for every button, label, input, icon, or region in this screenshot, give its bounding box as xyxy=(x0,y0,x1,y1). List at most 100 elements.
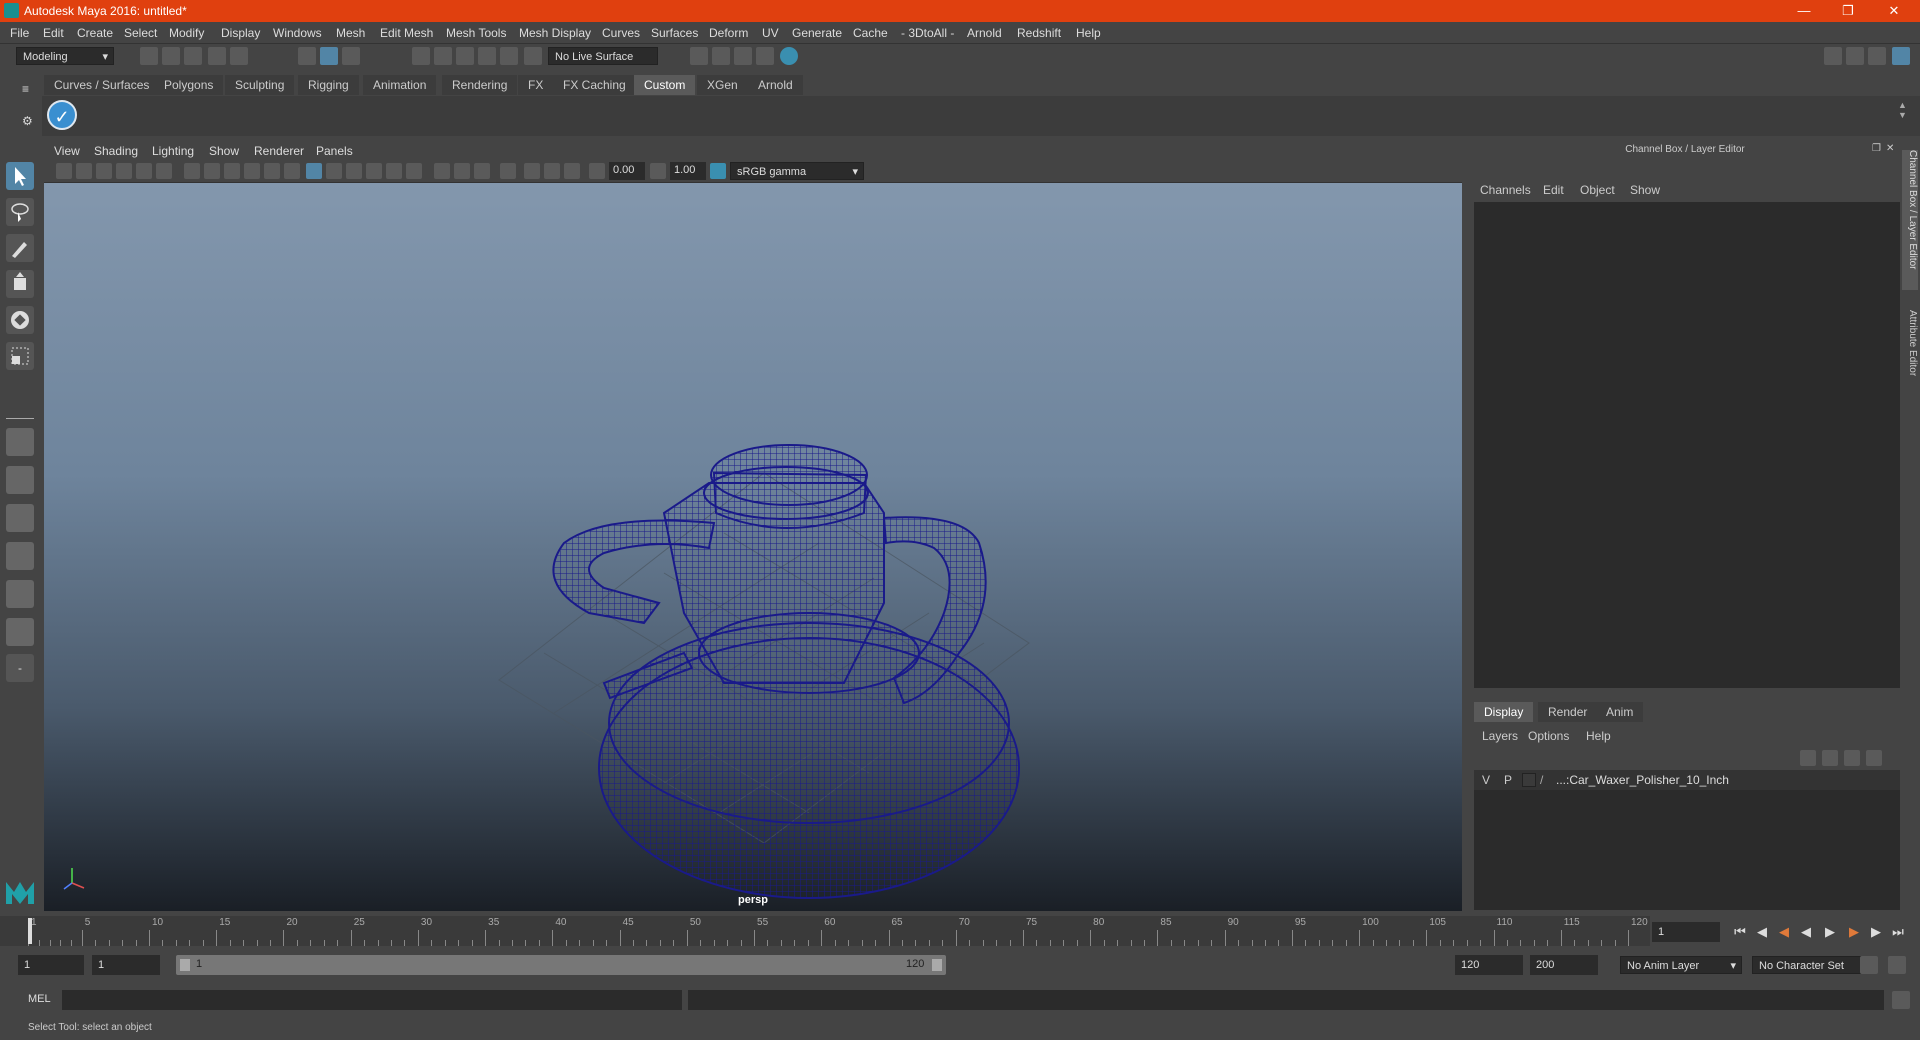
camera-attributes-icon[interactable] xyxy=(76,163,92,179)
tab-fx-caching[interactable]: FX Caching xyxy=(553,75,636,95)
layer-menu-layers[interactable]: Layers xyxy=(1482,729,1518,743)
ipr-render-icon[interactable] xyxy=(734,47,752,65)
side-tab-channel-box[interactable]: Channel Box / Layer Editor xyxy=(1902,150,1918,290)
list-item[interactable]: V P / ...:Car_Waxer_Polisher_10_Inch xyxy=(1474,770,1900,790)
snap-grid-icon[interactable] xyxy=(412,47,430,65)
menu-help[interactable]: Help xyxy=(1076,26,1101,40)
close-panel-icon[interactable]: ✕ xyxy=(1886,143,1894,154)
lights-icon[interactable] xyxy=(386,163,402,179)
tab-xgen[interactable]: XGen xyxy=(697,75,748,95)
menu-mesh[interactable]: Mesh xyxy=(336,26,365,40)
layer-menu-help[interactable]: Help xyxy=(1586,729,1611,743)
minimize-button[interactable]: — xyxy=(1782,0,1826,22)
tab-custom[interactable]: Custom xyxy=(634,75,696,95)
side-by-side-layout-icon[interactable] xyxy=(6,504,34,532)
save-scene-icon[interactable] xyxy=(184,47,202,65)
vp-menu-renderer[interactable]: Renderer xyxy=(254,144,304,158)
tab-render[interactable]: Render xyxy=(1538,702,1598,722)
shadows-icon[interactable] xyxy=(406,163,422,179)
hamburger-icon[interactable]: ≡ xyxy=(22,82,29,96)
tab-display[interactable]: Display xyxy=(1474,702,1534,722)
menu-modify[interactable]: Modify xyxy=(169,26,204,40)
rotate-tool-icon[interactable] xyxy=(6,306,34,334)
isolate-select-icon[interactable] xyxy=(500,163,516,179)
select-object-icon[interactable] xyxy=(320,47,338,65)
menu-uv[interactable]: UV xyxy=(762,26,779,40)
tool-settings-toggle-icon[interactable] xyxy=(1868,47,1886,65)
menu-3dtoall[interactable]: - 3DtoAll - xyxy=(901,26,954,40)
range-start-handle[interactable] xyxy=(180,959,190,971)
menu-mesh-display[interactable]: Mesh Display xyxy=(519,26,591,40)
modeling-toolkit-icon[interactable] xyxy=(1824,47,1842,65)
new-layer-selected-icon[interactable] xyxy=(1866,750,1882,766)
step-back-key-icon[interactable]: ◀ xyxy=(1776,924,1792,940)
vp-menu-shading[interactable]: Shading xyxy=(94,144,138,158)
move-layer-down-icon[interactable] xyxy=(1822,750,1838,766)
animation-preferences-icon[interactable] xyxy=(1888,956,1906,974)
motion-blur-icon[interactable] xyxy=(454,163,470,179)
cb-menu-show[interactable]: Show xyxy=(1630,183,1660,197)
redo-icon[interactable] xyxy=(230,47,248,65)
image-plane-icon[interactable] xyxy=(116,163,132,179)
go-to-end-icon[interactable]: ⏭ xyxy=(1890,924,1906,940)
attribute-editor-toggle-icon[interactable] xyxy=(1846,47,1864,65)
anim-layer-dropdown[interactable]: No Anim Layer ▾ xyxy=(1620,956,1742,974)
play-forwards-icon[interactable]: ▶ xyxy=(1822,924,1838,940)
exposure-field[interactable]: 0.00 xyxy=(609,162,645,180)
tab-sculpting[interactable]: Sculpting xyxy=(225,75,295,95)
four-view-layout-icon[interactable] xyxy=(6,466,34,494)
single-view-layout-icon[interactable] xyxy=(6,428,34,456)
time-slider[interactable]: 1 5 10 15 20 25 30 35 40 45 50 55 60 65 70 75 80 85 90 95 10… xyxy=(0,916,1650,946)
move-tool-icon[interactable] xyxy=(6,270,34,298)
play-backwards-icon[interactable]: ◀ xyxy=(1798,924,1814,940)
end-time-field[interactable]: 200 xyxy=(1530,955,1598,975)
persp-graph-layout-icon[interactable] xyxy=(6,542,34,570)
bookmark-icon[interactable] xyxy=(96,163,112,179)
layer-color-swatch[interactable] xyxy=(1522,773,1536,787)
color-space-dropdown[interactable]: sRGB gamma ▾ xyxy=(730,162,864,180)
more-layouts-icon[interactable]: - xyxy=(6,654,34,682)
tab-fx[interactable]: FX xyxy=(518,75,554,95)
gear-icon[interactable]: ⚙ xyxy=(22,114,33,128)
step-back-frame-icon[interactable]: ◀ xyxy=(1754,924,1770,940)
cb-menu-edit[interactable]: Edit xyxy=(1543,183,1564,197)
vp-menu-panels[interactable]: Panels xyxy=(316,144,353,158)
playback-end-field[interactable]: 120 xyxy=(1455,955,1523,975)
menu-curves[interactable]: Curves xyxy=(602,26,640,40)
xray-joints-icon[interactable] xyxy=(564,163,580,179)
mode-dropdown[interactable]: Modeling ▾ xyxy=(16,47,114,65)
render-settings-icon[interactable] xyxy=(756,47,774,65)
menu-mesh-tools[interactable]: Mesh Tools xyxy=(446,26,506,40)
layer-name[interactable]: ...:Car_Waxer_Polisher_10_Inch xyxy=(1556,773,1729,787)
menu-redshift[interactable]: Redshift xyxy=(1017,26,1061,40)
gamma-field[interactable]: 1.00 xyxy=(670,162,706,180)
shelf-scroll-icon[interactable]: ▲ ▼ xyxy=(1898,100,1907,120)
scale-tool-icon[interactable] xyxy=(6,342,34,370)
screen-space-ao-icon[interactable] xyxy=(434,163,450,179)
snap-point-icon[interactable] xyxy=(456,47,474,65)
new-scene-icon[interactable] xyxy=(140,47,158,65)
current-time-marker[interactable] xyxy=(28,918,32,944)
exposure-icon[interactable] xyxy=(589,163,605,179)
hypershade-icon[interactable] xyxy=(780,47,798,65)
character-set-dropdown[interactable]: No Character Set▾ xyxy=(1752,956,1874,974)
vp-menu-lighting[interactable]: Lighting xyxy=(152,144,194,158)
cb-menu-object[interactable]: Object xyxy=(1580,183,1615,197)
layer-playback-toggle[interactable]: P xyxy=(1504,773,1512,787)
textured-icon[interactable] xyxy=(366,163,382,179)
side-tab-attribute-editor[interactable]: Attribute Editor xyxy=(1902,310,1918,400)
2d-pan-zoom-icon[interactable] xyxy=(136,163,152,179)
render-frame-icon[interactable] xyxy=(712,47,730,65)
menu-windows[interactable]: Windows xyxy=(273,26,322,40)
layer-visible-toggle[interactable]: V xyxy=(1482,773,1490,787)
snap-view-plane-icon[interactable] xyxy=(478,47,496,65)
select-component-icon[interactable] xyxy=(342,47,360,65)
resolution-gate-icon[interactable] xyxy=(224,163,240,179)
make-live-icon[interactable] xyxy=(524,47,542,65)
menu-cache[interactable]: Cache xyxy=(853,26,888,40)
tab-rendering[interactable]: Rendering xyxy=(442,75,518,95)
restore-button[interactable]: ❐ xyxy=(1826,0,1870,22)
start-time-field[interactable]: 1 xyxy=(18,955,84,975)
menu-generate[interactable]: Generate xyxy=(792,26,842,40)
cb-menu-channels[interactable]: Channels xyxy=(1480,183,1531,197)
